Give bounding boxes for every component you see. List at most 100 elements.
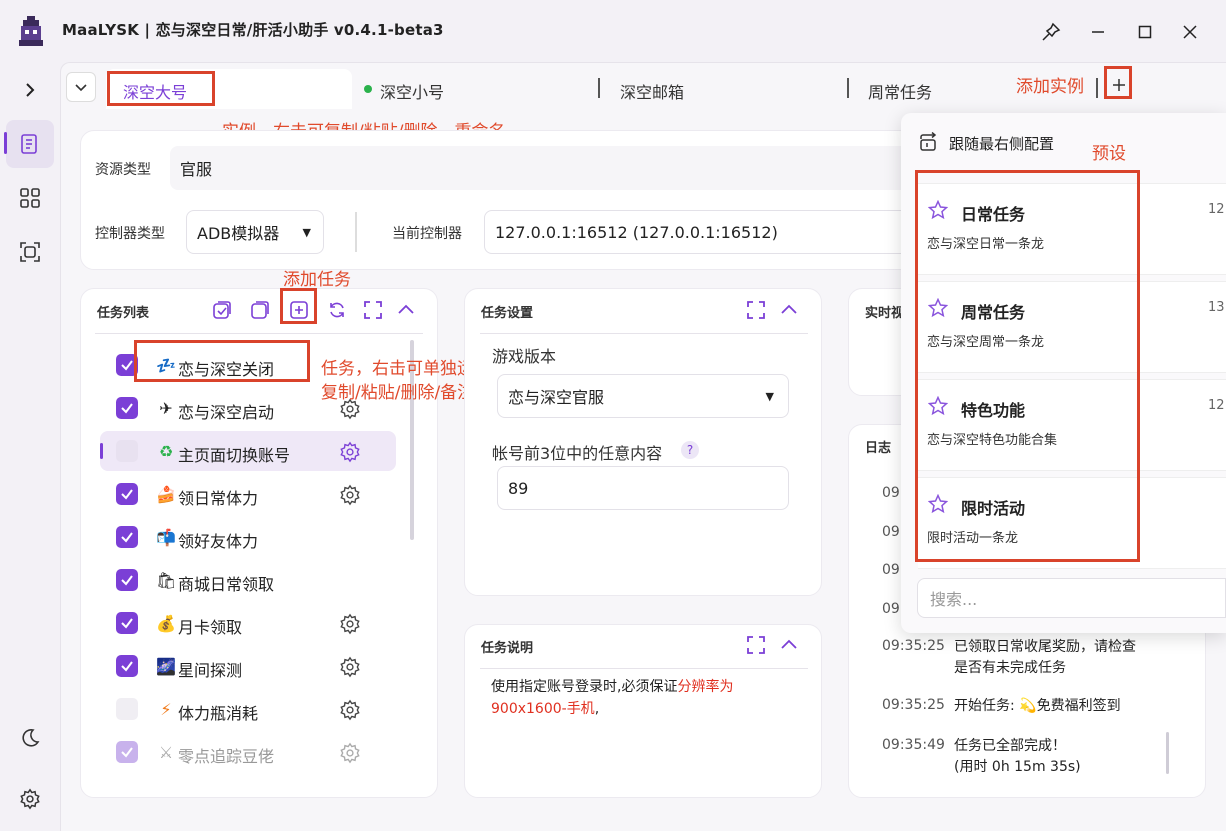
dropdown-caret-icon: ▼ (765, 389, 774, 403)
fullscreen-icon[interactable] (746, 635, 766, 655)
annotation-add-instance: 添加实例 (1016, 77, 1084, 97)
task-settings-gear-icon[interactable] (339, 613, 361, 635)
task-checkbox[interactable] (116, 526, 138, 548)
log-time: 09:35:25 (882, 697, 945, 713)
task-settings-title: 任务设置 (481, 306, 534, 321)
log-message-line: 已领取日常收尾奖励，请检查 (954, 639, 1136, 655)
refresh-icon[interactable] (327, 300, 347, 320)
tab-separator (847, 78, 849, 98)
deselect-all-icon[interactable] (250, 300, 270, 320)
task-checkbox[interactable] (116, 483, 138, 505)
description-tail: , (594, 701, 600, 717)
task-label: 领日常体力 (178, 489, 259, 508)
realtime-view-title: 实时视 (865, 306, 905, 321)
fullscreen-icon[interactable] (363, 300, 383, 320)
game-version-select[interactable]: 恋与深空官服 ▼ (497, 374, 789, 418)
annotation-add-task: 添加任务 (283, 270, 351, 290)
task-list-divider (95, 333, 423, 334)
current-controller-label: 当前控制器 (392, 226, 462, 242)
annotation-task-note-2: 复制/粘贴/删除/备注 (321, 383, 475, 403)
task-checkbox[interactable] (116, 397, 138, 419)
task-settings-divider (480, 333, 808, 334)
log-message-line: (用时 0h 15m 35s) (954, 759, 1081, 775)
task-settings-gear-icon[interactable] (339, 742, 361, 764)
task-checkbox[interactable] (116, 440, 138, 462)
task-checkbox[interactable] (116, 655, 138, 677)
task-list-title: 任务列表 (97, 306, 150, 321)
controller-type-value: ADB模拟器 (197, 224, 280, 243)
description-normal: 使用指定账号登录时,必须保证 (491, 679, 678, 695)
task-checkbox[interactable] (116, 612, 138, 634)
close-icon[interactable] (1176, 18, 1204, 46)
task-label: 主页面切换账号 (178, 446, 291, 465)
task-settings-gear-icon[interactable] (339, 441, 361, 463)
theme-moon-icon[interactable] (6, 714, 54, 762)
log-message: 开始任务: 💫免费福利签到 (954, 696, 1121, 717)
lightning-icon: ⚡ (160, 700, 172, 719)
tab-separator (1096, 78, 1098, 98)
pin-icon[interactable] (1037, 18, 1065, 46)
settings-gear-icon[interactable] (6, 775, 54, 823)
log-time: 09:35:49 (882, 737, 945, 753)
task-settings-gear-icon[interactable] (339, 656, 361, 678)
follow-config-label[interactable]: 跟随最右侧配置 (949, 133, 1054, 154)
account-prefix-input[interactable]: 89 (497, 466, 789, 510)
task-settings-gear-icon[interactable] (339, 484, 361, 506)
preset-number: 13 (1208, 300, 1225, 315)
task-label: 商城日常领取 (178, 575, 275, 594)
controller-divider (355, 212, 357, 252)
task-selected-indicator (100, 443, 103, 459)
tab-instance-mail[interactable]: 深空邮箱 (620, 79, 684, 103)
help-icon[interactable]: ? (681, 441, 699, 459)
task-checkbox[interactable] (116, 569, 138, 591)
cake-icon: 🍰 (156, 485, 176, 504)
task-checkbox[interactable] (116, 698, 138, 720)
log-scrollbar[interactable] (1166, 732, 1169, 774)
task-description-text: 使用指定账号登录时,必须保证分辨率为900x1600-手机, (491, 676, 791, 720)
account-prefix-label: 帐号前3位中的任意内容 (492, 444, 663, 463)
airplane-icon: ✈ (159, 399, 173, 418)
task-checkbox[interactable] (116, 741, 138, 763)
resource-type-select[interactable]: 官服 (170, 146, 910, 190)
log-message-task: 免费福利签到 (1036, 698, 1121, 714)
collapse-chevron-icon[interactable] (397, 302, 415, 316)
nav-active-indicator (4, 132, 7, 154)
log-title: 日志 (865, 441, 892, 456)
current-controller-select[interactable]: 127.0.0.1:16512 (127.0.0.1:16512) (484, 210, 924, 254)
log-message-line: 开始任务: (954, 698, 1020, 714)
log-time: 09:35:25 (882, 638, 945, 654)
collapse-chevron-icon[interactable] (780, 302, 798, 316)
expand-nav-icon[interactable] (6, 66, 54, 114)
tab-instance-alt[interactable]: 深空小号 (380, 79, 444, 103)
log-message-line: 是否有未完成任务 (954, 660, 1066, 676)
game-version-value: 恋与深空官服 (508, 388, 605, 407)
preset-search-input[interactable]: 搜索... (917, 578, 1226, 618)
select-all-icon[interactable] (212, 300, 232, 320)
tab-instance-weekly[interactable]: 周常任务 (868, 79, 932, 103)
annotation-box-add-instance (1104, 66, 1132, 99)
task-label: 零点追踪豆佬 (178, 747, 275, 766)
app-title: MaaLYSK | 恋与深空日常/肝活小助手 v0.4.1-beta3 (62, 21, 444, 39)
collapse-chevron-icon[interactable] (780, 637, 798, 651)
annotation-box-instance (107, 71, 215, 106)
follow-config-icon (918, 132, 938, 152)
nav-screenshot-icon[interactable] (6, 228, 54, 276)
preset-number: 12 (1208, 398, 1225, 413)
task-settings-gear-icon[interactable] (339, 699, 361, 721)
maximize-icon[interactable] (1131, 18, 1159, 46)
tab-list-dropdown[interactable] (66, 72, 96, 102)
nav-grid-icon[interactable] (6, 174, 54, 222)
minimize-icon[interactable] (1084, 18, 1112, 46)
controller-type-select[interactable]: ADB模拟器 ▼ (186, 210, 324, 254)
recycle-icon: ♻ (158, 442, 174, 461)
app-logo-icon (17, 16, 45, 46)
money-bag-icon: 💰 (156, 614, 176, 633)
task-label: 星间探测 (178, 661, 243, 680)
dizzy-icon: 💫 (1019, 698, 1037, 714)
crossed-swords-icon: ⚔ (158, 743, 174, 762)
galaxy-icon: 🌌 (156, 657, 176, 676)
fullscreen-icon[interactable] (746, 300, 766, 320)
online-status-dot (364, 85, 372, 93)
task-label: 体力瓶消耗 (178, 704, 259, 723)
nav-tasks-icon[interactable] (6, 120, 54, 168)
